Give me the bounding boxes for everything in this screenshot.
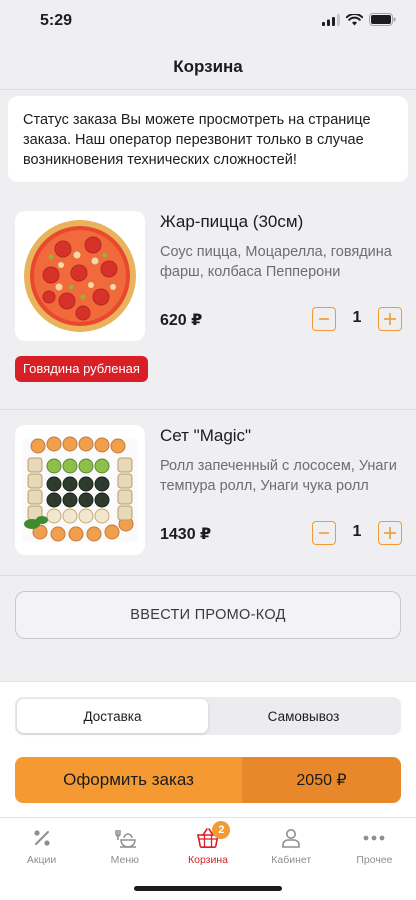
increase-quantity-button[interactable] bbox=[378, 307, 402, 331]
signal-icon bbox=[322, 13, 340, 31]
decrease-quantity-button[interactable] bbox=[312, 521, 336, 545]
quantity-stepper: 1 bbox=[312, 521, 402, 545]
quantity-value: 1 bbox=[352, 309, 362, 326]
tab-label: Меню bbox=[110, 854, 139, 866]
tab-label: Корзина bbox=[188, 854, 228, 866]
tab-promotions[interactable]: Акции bbox=[0, 818, 83, 869]
minus-icon bbox=[319, 532, 329, 534]
item-name: Сет "Magic" bbox=[160, 426, 252, 445]
tab-label: Прочее bbox=[356, 854, 393, 866]
plus-icon bbox=[384, 527, 396, 539]
tab-more[interactable]: Прочее bbox=[333, 818, 416, 869]
tab-cart[interactable]: 2 Корзина bbox=[166, 818, 249, 869]
cart-item: Жар-пицца (30см) Соус пицца, Моцарелла, … bbox=[0, 196, 416, 410]
checkout-label: Оформить заказ bbox=[15, 757, 242, 803]
minus-icon bbox=[319, 318, 329, 320]
quantity-stepper: 1 bbox=[312, 307, 402, 331]
bottom-panel: Доставка Самовывоз Оформить заказ 2050 ₽… bbox=[0, 681, 416, 900]
cart-count-badge: 2 bbox=[212, 821, 231, 839]
home-indicator[interactable] bbox=[134, 886, 282, 891]
promo-code-button[interactable]: ВВЕСТИ ПРОМО-КОД bbox=[15, 591, 401, 639]
nav-header: Корзина bbox=[0, 44, 416, 90]
tab-label: Кабинет bbox=[271, 854, 312, 866]
menu-dish-icon bbox=[113, 826, 137, 850]
percent-icon bbox=[31, 826, 53, 850]
status-time: 5:29 bbox=[40, 12, 73, 29]
pizza-image bbox=[15, 211, 145, 341]
item-description: Ролл запеченный с лососем, Унаги темпура… bbox=[160, 458, 397, 494]
page-title: Корзина bbox=[173, 56, 243, 76]
delivery-option[interactable]: Доставка bbox=[17, 699, 208, 733]
order-total: 2050 ₽ bbox=[242, 757, 401, 803]
cart-item: Сет "Magic" Ролл запеченный с лососем, У… bbox=[0, 410, 416, 576]
sushi-set-image bbox=[15, 425, 145, 555]
battery-icon bbox=[369, 13, 396, 31]
tab-bar: Акции Меню 2 Корзина Кабинет Прочее bbox=[0, 817, 416, 869]
item-price: 1430 ₽ bbox=[160, 526, 212, 543]
item-option-badge: Говядина рубленая bbox=[15, 356, 148, 382]
increase-quantity-button[interactable] bbox=[378, 521, 402, 545]
delivery-method-selector: Доставка Самовывоз bbox=[15, 697, 401, 735]
tab-account[interactable]: Кабинет bbox=[250, 818, 333, 869]
wifi-icon bbox=[345, 13, 364, 31]
item-price: 620 ₽ bbox=[160, 312, 203, 329]
quantity-value: 1 bbox=[352, 523, 362, 540]
plus-icon bbox=[384, 313, 396, 325]
tab-menu[interactable]: Меню bbox=[83, 818, 166, 869]
item-description: Соус пицца, Моцарелла, говядина фарш, ко… bbox=[160, 244, 392, 280]
user-icon bbox=[280, 826, 302, 850]
status-icons bbox=[322, 13, 396, 31]
more-icon bbox=[362, 826, 386, 850]
order-status-notice: Статус заказа Вы можете просмотреть на с… bbox=[8, 96, 408, 182]
pickup-option[interactable]: Самовывоз bbox=[208, 699, 399, 733]
item-name: Жар-пицца (30см) bbox=[160, 212, 304, 231]
status-bar: 5:29 bbox=[0, 0, 416, 44]
tab-label: Акции bbox=[26, 854, 57, 866]
checkout-button[interactable]: Оформить заказ 2050 ₽ bbox=[15, 757, 401, 803]
decrease-quantity-button[interactable] bbox=[312, 307, 336, 331]
